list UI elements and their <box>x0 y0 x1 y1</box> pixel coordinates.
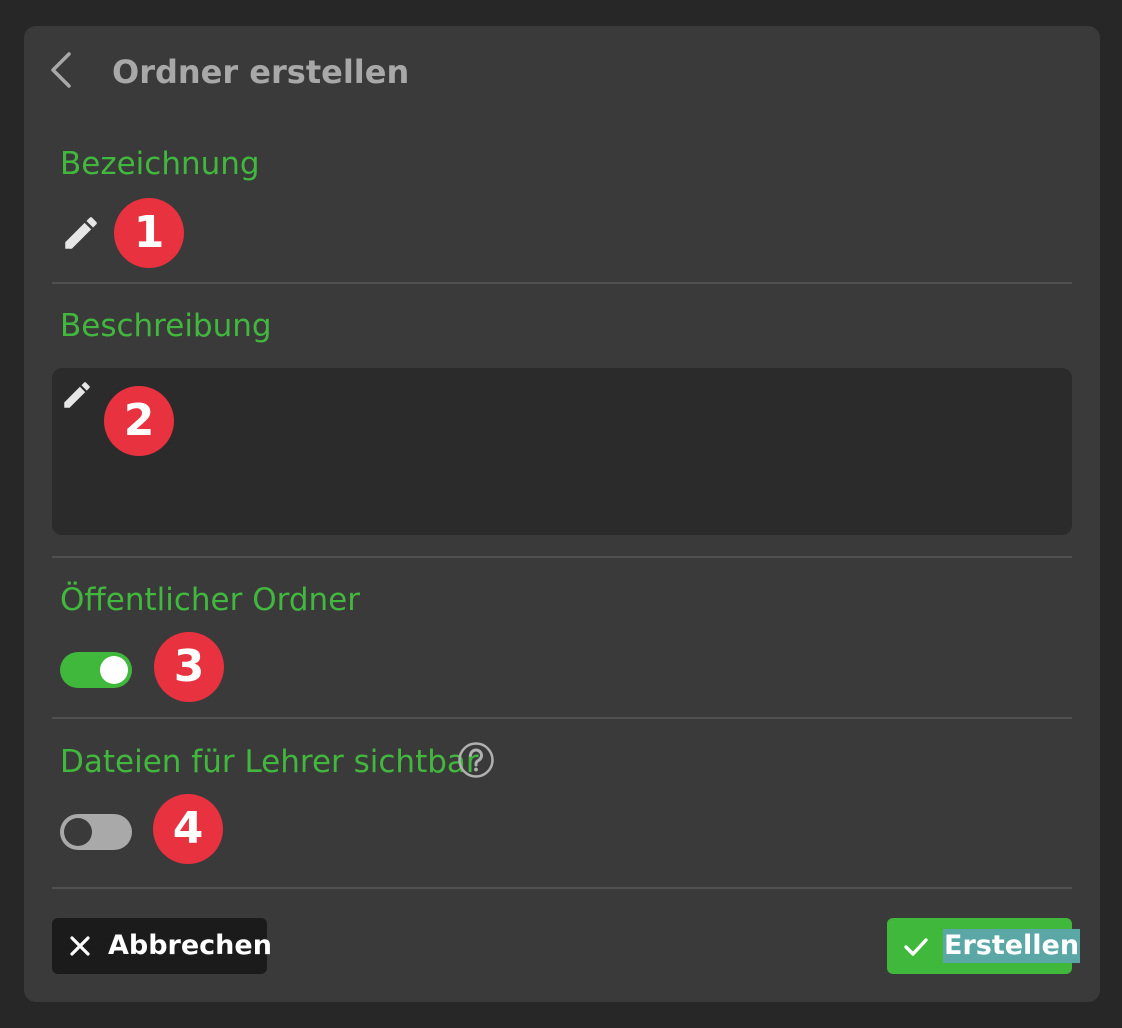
step-marker-1: 1 <box>114 198 184 268</box>
divider <box>52 717 1072 719</box>
create-button[interactable]: Erstellen <box>887 918 1081 974</box>
toggle-knob <box>100 656 128 684</box>
pencil-icon <box>64 382 90 408</box>
step-marker-3: 3 <box>154 632 224 702</box>
checkmark-icon <box>904 938 928 956</box>
toggle-knob <box>64 818 92 846</box>
teacher-visible-toggle[interactable] <box>60 814 132 850</box>
public-folder-toggle[interactable] <box>60 652 132 688</box>
close-icon <box>70 936 90 956</box>
divider <box>52 282 1072 284</box>
divider <box>52 887 1072 889</box>
chevron-left-icon <box>51 52 71 88</box>
name-field[interactable] <box>60 212 102 254</box>
dialog-header: Ordner erstellen <box>24 26 1100 116</box>
page-title: Ordner erstellen <box>112 53 410 91</box>
question-circle-icon <box>458 742 494 778</box>
cancel-button[interactable]: Abbrechen <box>52 918 272 974</box>
description-label: Beschreibung <box>60 308 272 344</box>
step-marker-2: 2 <box>104 386 174 456</box>
back-button[interactable] <box>42 50 82 90</box>
divider <box>52 556 1072 558</box>
create-folder-dialog: Ordner erstellen Bezeichnung 1 Beschreib… <box>24 26 1100 1002</box>
create-button-label: Erstellen <box>943 929 1081 963</box>
cancel-button-label: Abbrechen <box>108 930 272 961</box>
help-button[interactable] <box>456 740 496 780</box>
name-label: Bezeichnung <box>60 146 260 182</box>
public-folder-label: Öffentlicher Ordner <box>60 582 360 618</box>
teacher-visible-label: Dateien für Lehrer sichtbar <box>60 744 479 780</box>
description-textarea[interactable] <box>52 368 1072 535</box>
step-marker-4: 4 <box>153 794 223 864</box>
pencil-icon <box>65 217 97 249</box>
